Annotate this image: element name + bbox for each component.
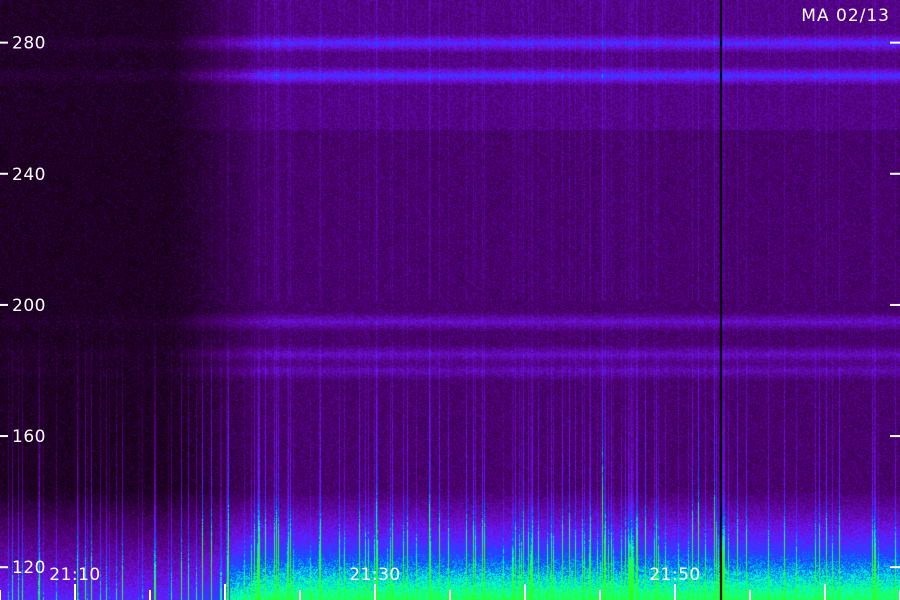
chart-axes: 120 160 200 240 280 21:10 21:30 21:50: [0, 34, 900, 600]
y-axis: 120 160 200 240 280: [0, 34, 900, 578]
y-tick-label: 200: [12, 296, 46, 316]
y-tick-label: 280: [12, 34, 46, 54]
x-axis: 21:10 21:30 21:50: [0, 565, 900, 600]
x-tick-label: 21:30: [349, 565, 401, 585]
y-tick-label: 120: [12, 558, 46, 578]
y-tick-label: 240: [12, 165, 46, 185]
station-label: MA 02/13: [801, 6, 890, 26]
x-tick-label: 21:10: [49, 565, 101, 585]
y-tick-label: 160: [12, 427, 46, 447]
x-tick-label: 21:50: [649, 565, 701, 585]
